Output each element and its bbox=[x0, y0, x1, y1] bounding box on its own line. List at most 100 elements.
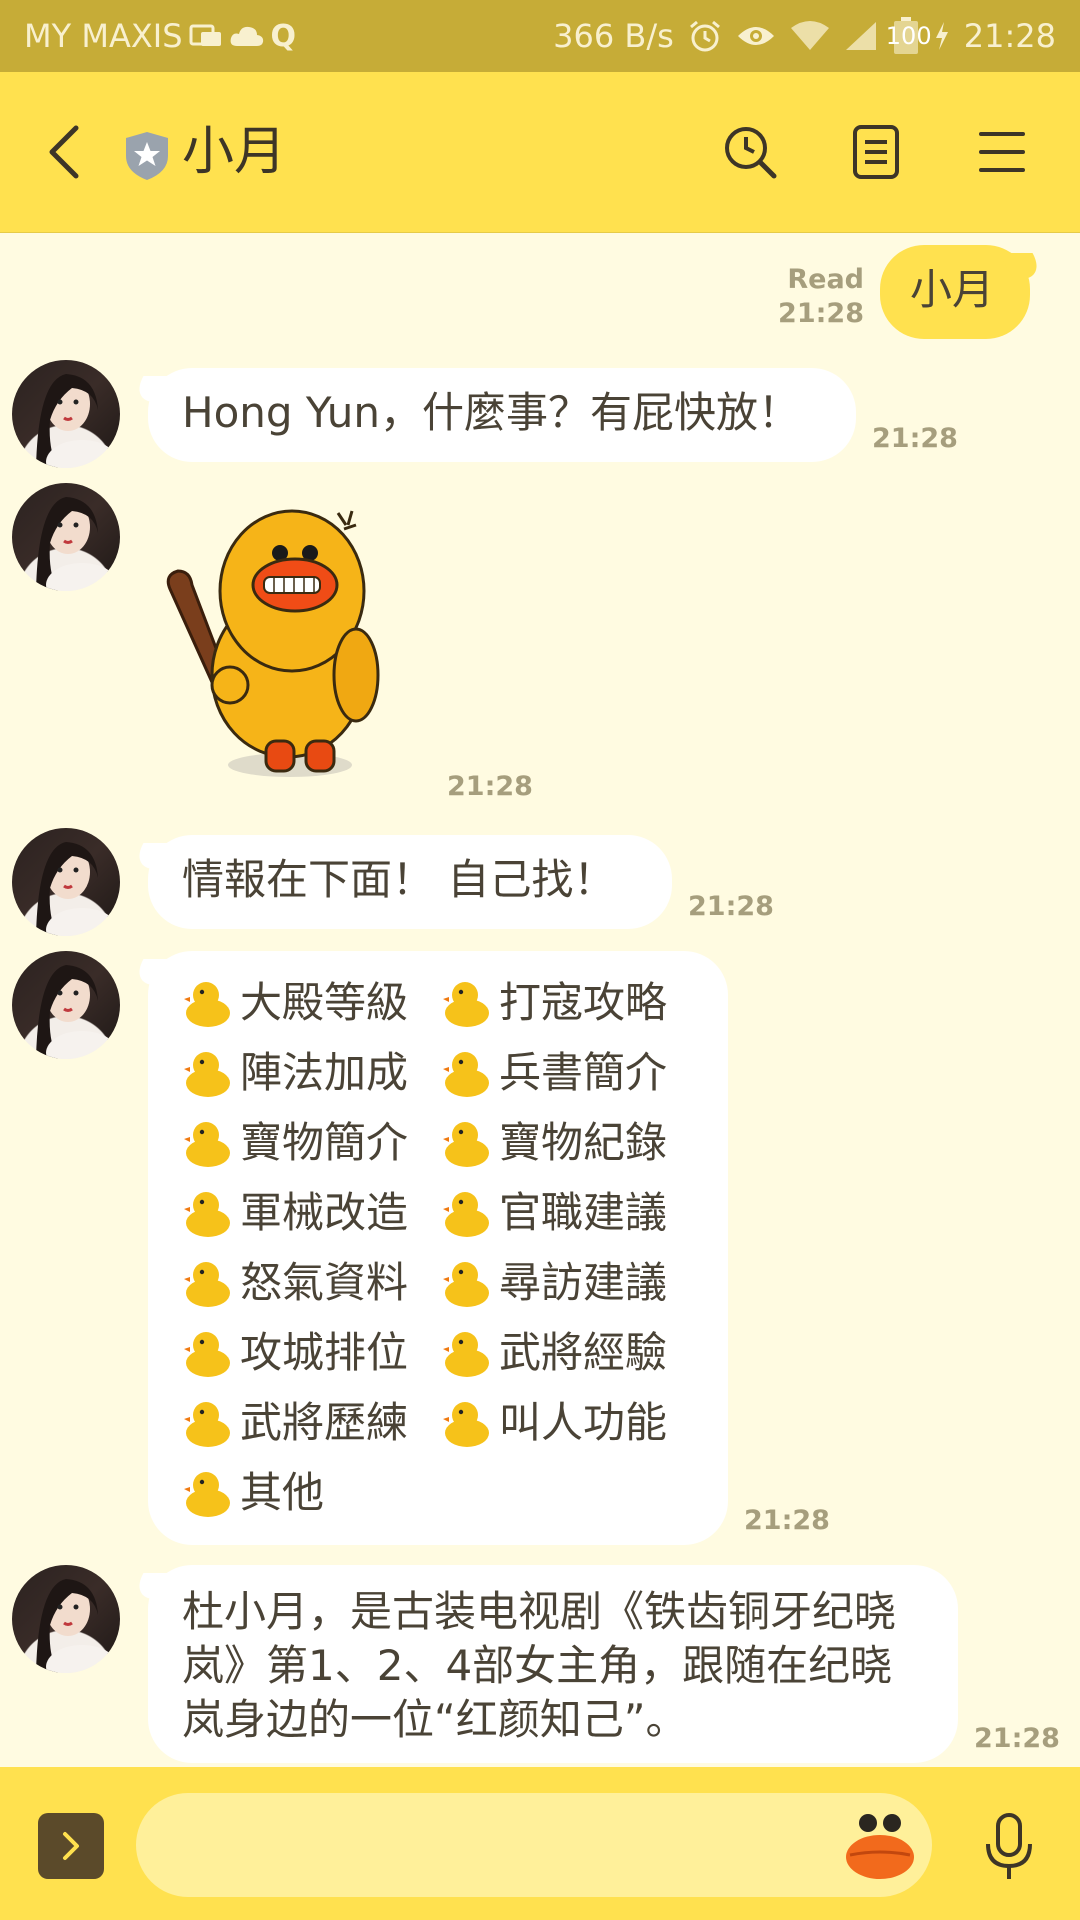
back-button[interactable] bbox=[36, 120, 92, 184]
menu-item-label: 陣法加成 bbox=[240, 1048, 409, 1097]
menu-item-label: 軍械改造 bbox=[240, 1188, 409, 1237]
chat-title: 小月 bbox=[182, 122, 287, 182]
menu-item[interactable]: 尋訪建議 bbox=[441, 1253, 694, 1313]
shield-star-icon bbox=[124, 130, 170, 182]
avatar[interactable] bbox=[12, 951, 120, 1059]
avatar[interactable] bbox=[12, 360, 120, 468]
alarm-icon bbox=[688, 19, 722, 53]
menu-item-label: 大殿等級 bbox=[240, 978, 409, 1027]
menu-item[interactable]: 叫人功能 bbox=[441, 1393, 694, 1453]
menu-item-label: 怒氣資料 bbox=[240, 1258, 409, 1307]
search-button[interactable] bbox=[714, 116, 786, 188]
menu-item[interactable]: 攻城排位 bbox=[182, 1323, 435, 1383]
q-icon: Q bbox=[270, 18, 297, 54]
duck-icon bbox=[443, 1052, 489, 1097]
clock: 21:28 bbox=[963, 17, 1056, 55]
cloud-icon bbox=[229, 24, 265, 48]
menu-icon bbox=[979, 132, 1025, 172]
menu-item[interactable]: 武將歷練 bbox=[182, 1393, 435, 1453]
menu-item-label: 寶物紀錄 bbox=[499, 1118, 668, 1167]
message-time: 21:28 bbox=[744, 1505, 830, 1536]
menu-item-label: 官職建議 bbox=[499, 1188, 668, 1237]
messages-icon bbox=[189, 22, 223, 50]
duck-icon bbox=[443, 1122, 489, 1167]
message-bubble[interactable]: Hong Yun，什麼事？有屁快放！ bbox=[148, 368, 856, 462]
menu-item-label: 尋訪建議 bbox=[499, 1258, 668, 1307]
battery-icon: 100 bbox=[886, 16, 932, 56]
menu-item-label: 寶物簡介 bbox=[240, 1118, 409, 1167]
back-icon bbox=[49, 125, 79, 179]
menu-item-label: 攻城排位 bbox=[240, 1328, 409, 1377]
carrier-label: MY MAXIS bbox=[24, 17, 183, 55]
wifi-icon bbox=[790, 20, 830, 52]
menu-item[interactable]: 官職建議 bbox=[441, 1183, 694, 1243]
microphone-icon bbox=[986, 1813, 1032, 1879]
notes-icon bbox=[853, 125, 899, 179]
menu-item-label: 武將經驗 bbox=[499, 1328, 668, 1377]
duck-icon bbox=[443, 1262, 489, 1307]
menu-item-label: 武將歷練 bbox=[240, 1398, 409, 1447]
message-time: 21:28 bbox=[974, 1723, 1060, 1754]
menu-message-bubble[interactable]: 大殿等級 打寇攻略陣法加成 兵書簡介寶物簡介 寶物紀錄軍械改造 官職建議怒氣資料 尋訪建議… bbox=[148, 951, 728, 1545]
search-icon bbox=[725, 127, 777, 179]
status-bar: MY MAXIS Q 366 B/s 100 21:28 bbox=[0, 0, 1080, 72]
menu-item[interactable]: 打寇攻略 bbox=[441, 973, 694, 1033]
battery-level: 100 bbox=[885, 22, 932, 50]
duck-icon bbox=[443, 1192, 489, 1237]
duck-icon bbox=[184, 1472, 230, 1517]
duck-icon bbox=[184, 1332, 230, 1377]
message-bubble[interactable]: 杜小月，是古装电视剧《铁齿铜牙纪晓岚》第1、2、4部女主角，跟随在纪晓岚身边的一… bbox=[148, 1565, 958, 1763]
input-bar bbox=[0, 1767, 1080, 1920]
menu-item[interactable]: 怒氣資料 bbox=[182, 1253, 435, 1313]
menu-item[interactable]: 軍械改造 bbox=[182, 1183, 435, 1243]
signal-icon bbox=[844, 20, 878, 52]
my-message-bubble[interactable]: 小月 bbox=[880, 245, 1030, 339]
avatar[interactable] bbox=[12, 1565, 120, 1673]
message-text: 小月 bbox=[910, 265, 995, 314]
duck-icon bbox=[443, 982, 489, 1027]
message-input[interactable] bbox=[136, 1793, 932, 1897]
menu-item[interactable]: 寶物紀錄 bbox=[441, 1113, 694, 1173]
message-time: 21:28 bbox=[872, 423, 958, 454]
network-speed: 366 B/s bbox=[553, 17, 674, 55]
angry-duck-sticker[interactable] bbox=[160, 489, 410, 779]
duck-icon bbox=[184, 982, 230, 1027]
microphone-button[interactable] bbox=[974, 1807, 1044, 1887]
menu-item-label: 叫人功能 bbox=[499, 1398, 668, 1447]
menu-item-label: 打寇攻略 bbox=[499, 978, 668, 1027]
menu-item[interactable]: 陣法加成 bbox=[182, 1043, 435, 1103]
menu-button[interactable] bbox=[966, 116, 1038, 188]
expand-button[interactable] bbox=[38, 1813, 104, 1879]
message-time: 21:28 bbox=[688, 891, 774, 922]
message-list[interactable]: Read 21:28 小月 Hong Yun，什麼事？有屁快放！ 21:28 2… bbox=[0, 233, 1080, 1767]
eye-icon bbox=[736, 22, 776, 50]
emoji-button[interactable] bbox=[840, 1807, 920, 1887]
message-read-status: Read 21:28 bbox=[778, 264, 864, 329]
duck-icon bbox=[184, 1122, 230, 1167]
message-time: 21:28 bbox=[447, 771, 533, 802]
menu-item[interactable]: 其他 bbox=[182, 1463, 435, 1523]
menu-item[interactable]: 武將經驗 bbox=[441, 1323, 694, 1383]
menu-item-label: 其他 bbox=[240, 1468, 325, 1517]
menu-item[interactable]: 寶物簡介 bbox=[182, 1113, 435, 1173]
duck-emoji-icon bbox=[846, 1814, 914, 1879]
menu-item-label: 兵書簡介 bbox=[499, 1048, 668, 1097]
message-text: Hong Yun，什麼事？有屁快放！ bbox=[182, 388, 800, 437]
expand-icon bbox=[63, 1832, 79, 1860]
avatar[interactable] bbox=[12, 828, 120, 936]
duck-icon bbox=[184, 1402, 230, 1447]
message-text: 情報在下面！ 自己找！ bbox=[182, 855, 616, 904]
duck-icon bbox=[443, 1332, 489, 1377]
menu-item[interactable]: 大殿等級 bbox=[182, 973, 435, 1033]
chat-header: 小月 bbox=[0, 72, 1080, 233]
menu-item[interactable]: 兵書簡介 bbox=[441, 1043, 694, 1103]
notes-button[interactable] bbox=[840, 116, 912, 188]
avatar[interactable] bbox=[12, 483, 120, 591]
message-text: 杜小月，是古装电视剧《铁齿铜牙纪晓岚》第1、2、4部女主角，跟随在纪晓岚身边的一… bbox=[182, 1587, 897, 1744]
duck-icon bbox=[443, 1402, 489, 1447]
duck-icon bbox=[184, 1192, 230, 1237]
charging-icon bbox=[934, 22, 950, 50]
duck-icon bbox=[184, 1262, 230, 1307]
message-bubble[interactable]: 情報在下面！ 自己找！ bbox=[148, 835, 672, 929]
menu-grid: 大殿等級 打寇攻略陣法加成 兵書簡介寶物簡介 寶物紀錄軍械改造 官職建議怒氣資料 尋訪建議… bbox=[182, 973, 694, 1523]
